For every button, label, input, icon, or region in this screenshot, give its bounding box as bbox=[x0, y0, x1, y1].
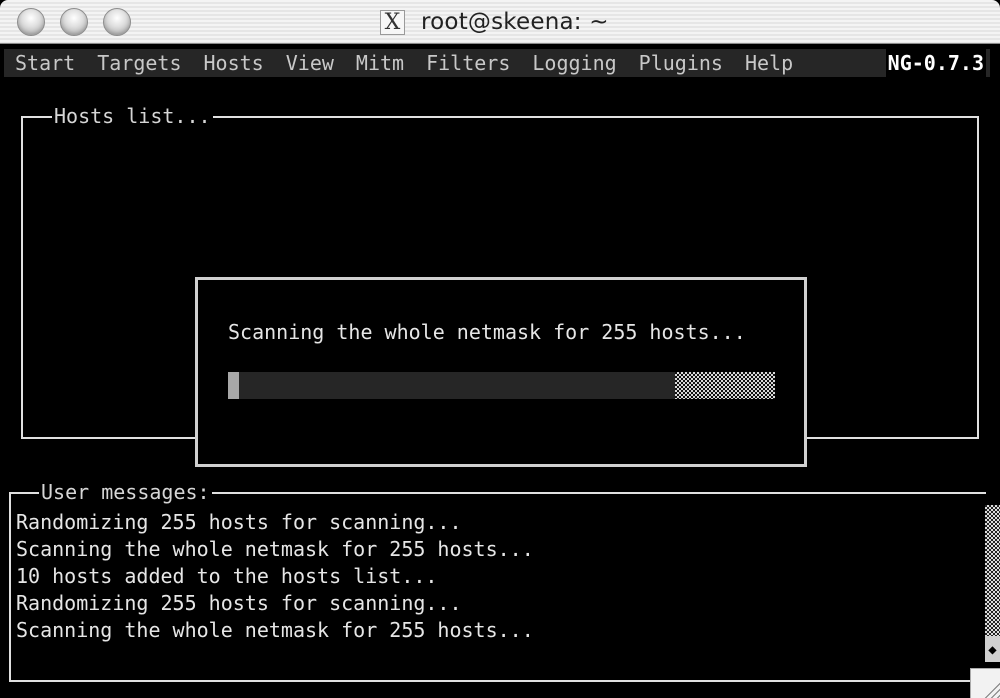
user-messages-title: User messages: bbox=[39, 480, 212, 504]
menu-start[interactable]: Start bbox=[15, 49, 75, 77]
menu-logging[interactable]: Logging bbox=[532, 49, 616, 77]
menu-bar: Start Targets Hosts View Mitm Filters Lo… bbox=[4, 49, 990, 77]
menu-hosts[interactable]: Hosts bbox=[204, 49, 264, 77]
scroll-thumb-icon[interactable]: ◆ bbox=[985, 643, 1000, 657]
window-title: root@skeena: ~ bbox=[421, 9, 609, 35]
message-line: Scanning the whole netmask for 255 hosts… bbox=[16, 618, 534, 642]
window-title-group: X root@skeena: ~ bbox=[380, 7, 609, 37]
x11-icon: X bbox=[380, 9, 405, 35]
user-messages-panel[interactable]: User messages: Randomizing 255 hosts for… bbox=[9, 480, 986, 682]
scan-progress-bar bbox=[228, 372, 775, 399]
message-list: Randomizing 255 hosts for scanning... Sc… bbox=[16, 509, 534, 644]
menu-plugins[interactable]: Plugins bbox=[639, 49, 723, 77]
hosts-list-title: Hosts list... bbox=[52, 104, 213, 128]
resize-grip-icon[interactable] bbox=[970, 668, 1000, 698]
message-line: Randomizing 255 hosts for scanning... bbox=[16, 510, 462, 534]
scan-message: Scanning the whole netmask for 255 hosts… bbox=[228, 320, 746, 344]
scan-progress-dialog: Scanning the whole netmask for 255 hosts… bbox=[195, 277, 807, 467]
version-label: NG-0.7.3 bbox=[885, 49, 986, 77]
close-window-button[interactable] bbox=[17, 8, 45, 36]
window-titlebar[interactable]: X root@skeena: ~ bbox=[0, 0, 1000, 44]
progress-hatch-segment bbox=[675, 372, 775, 399]
zoom-window-button[interactable] bbox=[103, 8, 131, 36]
progress-fill bbox=[228, 372, 239, 399]
menu-help[interactable]: Help bbox=[745, 49, 793, 77]
scrollbar-track[interactable] bbox=[985, 505, 1000, 636]
menu-filters[interactable]: Filters bbox=[426, 49, 510, 77]
messages-scrollbar[interactable]: ◆ bbox=[985, 505, 1000, 662]
message-line: Scanning the whole netmask for 255 hosts… bbox=[16, 537, 534, 561]
message-line: Randomizing 255 hosts for scanning... bbox=[16, 591, 462, 615]
minimize-window-button[interactable] bbox=[60, 8, 88, 36]
menu-targets[interactable]: Targets bbox=[97, 49, 181, 77]
message-line: 10 hosts added to the hosts list... bbox=[16, 564, 438, 588]
menu-mitm[interactable]: Mitm bbox=[356, 49, 404, 77]
menu-view[interactable]: View bbox=[286, 49, 334, 77]
